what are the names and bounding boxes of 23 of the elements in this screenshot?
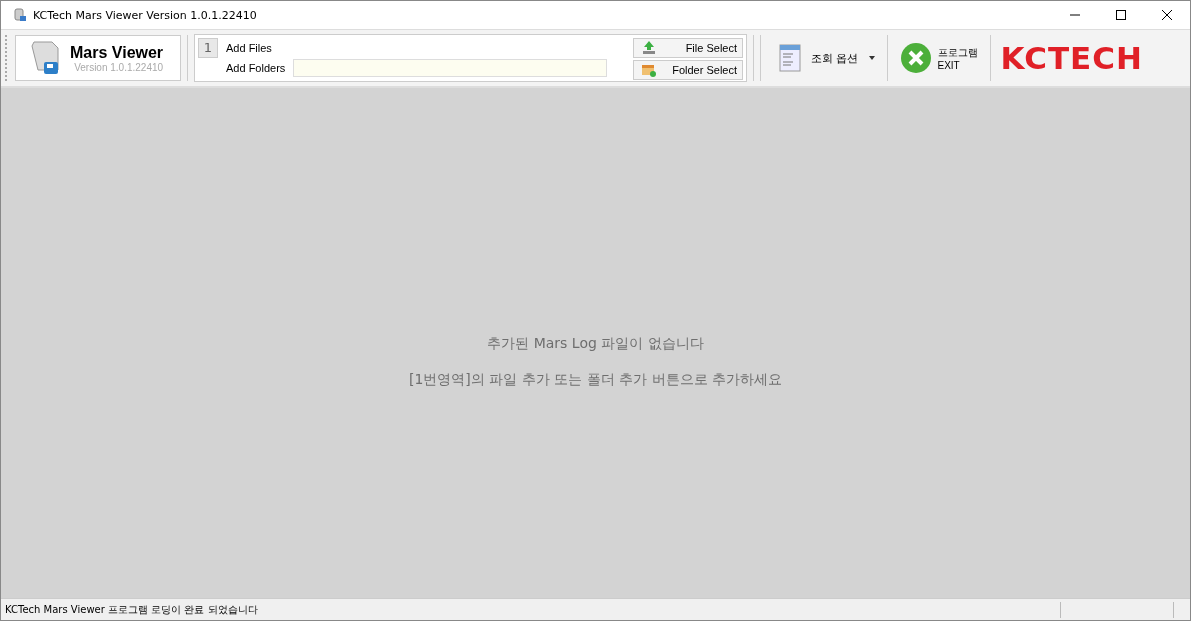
exit-button[interactable]: 프로그램 EXIT <box>893 42 984 74</box>
table-icon <box>642 63 656 77</box>
version-text: Version 1.0.1.22410 <box>74 61 164 73</box>
folder-select-button[interactable]: Folder Select <box>633 60 743 80</box>
company-logo: KCTECH <box>999 40 1143 76</box>
path-field[interactable] <box>293 59 608 77</box>
maximize-icon[interactable] <box>1116 10 1126 20</box>
area-number: 1 <box>198 38 218 58</box>
download-icon <box>642 41 656 55</box>
close-circle-icon <box>899 42 932 74</box>
empty-message: 추가된 Mars Log 파일이 없습니다 <box>487 335 704 353</box>
add-files-label[interactable]: Add Files <box>226 42 625 54</box>
document-icon <box>779 44 801 72</box>
close-icon[interactable] <box>1162 10 1172 20</box>
file-select-button[interactable]: File Select <box>633 38 743 58</box>
add-folders-label[interactable]: Add Folders <box>226 62 286 74</box>
window-title: KCTech Mars Viewer Version 1.0.1.22410 <box>33 8 257 22</box>
app-icon <box>13 8 27 22</box>
app-name: Mars Viewer <box>70 43 164 62</box>
view-options-dropdown[interactable]: 조회 옵션 <box>767 44 881 72</box>
empty-hint: [1번영역]의 파일 추가 또는 폴더 추가 버튼으로 추가하세요 <box>409 371 782 389</box>
status-text: KCTech Mars Viewer 프로그램 로딩이 완료 되었습니다 <box>5 602 259 617</box>
caret-icon <box>868 56 875 60</box>
